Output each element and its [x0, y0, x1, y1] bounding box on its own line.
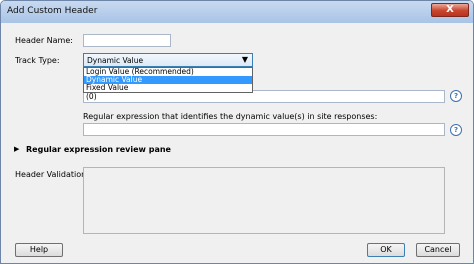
- track-type-dropdown-list: Login Value (Recommended) Dynamic Value …: [83, 67, 253, 93]
- track-type-selected-value: Dynamic Value: [87, 56, 144, 65]
- expand-arrow-icon[interactable]: ▶: [14, 145, 19, 153]
- regex-input[interactable]: [83, 123, 445, 136]
- header-name-label: Header Name:: [15, 36, 73, 45]
- cancel-button[interactable]: Cancel: [416, 243, 460, 257]
- ok-button[interactable]: OK: [367, 243, 405, 257]
- track-type-select[interactable]: Dynamic Value ▼: [83, 53, 253, 67]
- header-validation-area: [83, 167, 445, 234]
- regex-label: Regular expression that identifies the d…: [83, 112, 378, 121]
- dialog-title: Add Custom Header: [7, 6, 98, 16]
- regex-review-pane-toggle[interactable]: Regular expression review pane: [26, 145, 171, 154]
- chevron-down-icon: ▼: [241, 55, 248, 64]
- track-type-label: Track Type:: [15, 56, 60, 65]
- help-icon[interactable]: ?: [450, 90, 462, 102]
- title-bar: Add Custom Header X: [1, 1, 473, 23]
- add-custom-header-dialog: Add Custom Header X Header Name: Track T…: [0, 0, 474, 264]
- help-icon[interactable]: ?: [450, 124, 462, 136]
- dropdown-option-fixed-value[interactable]: Fixed Value: [84, 84, 252, 92]
- header-validation-label: Header Validation:: [15, 170, 89, 179]
- help-button[interactable]: Help: [15, 243, 63, 257]
- header-name-input[interactable]: [83, 34, 171, 47]
- close-button[interactable]: X: [431, 3, 469, 17]
